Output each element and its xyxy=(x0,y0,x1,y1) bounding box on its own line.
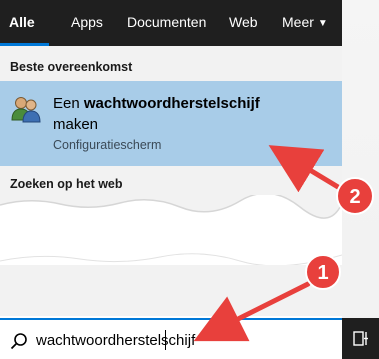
task-view-icon xyxy=(353,331,368,346)
tab-meer-label: Meer xyxy=(282,14,314,30)
search-filter-bar: Alle Apps Documenten Web Meer ▼ xyxy=(0,0,342,46)
chevron-down-icon: ▼ xyxy=(317,18,328,29)
tab-alle[interactable]: Alle xyxy=(9,14,35,30)
search-input[interactable]: wachtwoordherstelschijf xyxy=(36,332,195,349)
best-match-header: Beste overeenkomst xyxy=(10,60,133,74)
torn-edge xyxy=(0,195,342,265)
task-view-button[interactable] xyxy=(342,318,379,359)
title-prefix: Een xyxy=(53,95,84,112)
tab-meer[interactable]: Meer ▼ xyxy=(282,14,328,30)
best-match-result[interactable]: Een wachtwoordherstelschijf maken Config… xyxy=(0,81,342,166)
title-bold: wachtwoordherstelschijf xyxy=(83,95,260,112)
search-bar[interactable]: wachtwoordherstelschijf xyxy=(0,318,342,359)
text-caret xyxy=(165,330,166,350)
title-line2: maken xyxy=(53,116,99,133)
tab-documenten[interactable]: Documenten xyxy=(127,14,206,30)
search-icon xyxy=(10,333,27,350)
web-search-header: Zoeken op het web xyxy=(10,177,123,191)
tab-apps[interactable]: Apps xyxy=(71,14,103,30)
tab-web[interactable]: Web xyxy=(229,14,258,30)
side-strip xyxy=(342,0,379,359)
best-match-title: Een wachtwoordherstelschijf maken xyxy=(53,93,260,135)
users-icon xyxy=(11,97,41,123)
best-match-subtitle: Configuratiescherm xyxy=(53,138,162,152)
